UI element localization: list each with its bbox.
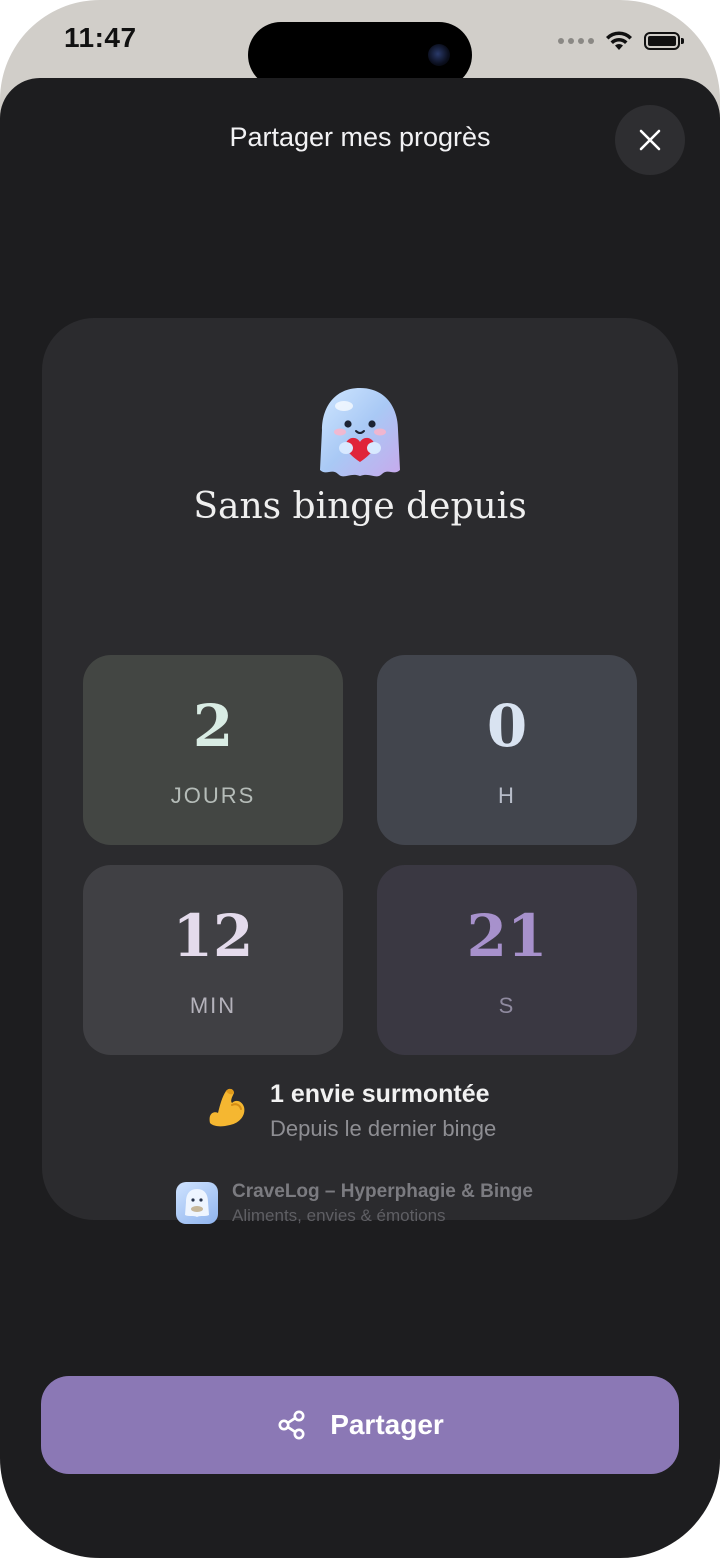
hours-unit: H [498,783,516,808]
close-icon [639,129,661,151]
cravings-overcome-subtitle: Depuis le dernier binge [270,1116,497,1141]
app-tagline: Aliments, envies & émotions [232,1206,446,1225]
status-time: 11:47 [64,22,137,53]
hours-tile: 0 H [377,655,637,845]
close-button[interactable] [615,105,685,175]
minutes-unit: MIN [189,993,237,1018]
seconds-unit: S [498,993,516,1018]
days-value: 2 [192,692,234,760]
signal-icon [558,38,594,44]
sheet-title: Partager mes progrès [229,122,491,152]
progress-card: Sans binge depuis 2 JOURS 0 H 12 MIN 21 … [42,318,678,1225]
headline: Sans binge depuis [193,486,527,527]
days-tile: 2 JOURS [83,655,343,845]
phone-screen: 11:47 Partager mes progrès Sans binge de… [0,0,720,1558]
camera-icon [428,44,450,66]
share-sheet: Partager mes progrès Sans binge depuis 2… [0,78,720,1558]
cravings-overcome-title: 1 envie surmontée [270,1080,490,1108]
hours-value: 0 [486,692,528,760]
seconds-value: 21 [466,902,548,970]
battery-icon [644,32,684,50]
share-button-label: Partager [330,1409,444,1440]
seconds-tile: 21 S [377,865,637,1055]
minutes-value: 12 [172,902,254,970]
wifi-icon [606,31,632,50]
days-unit: JOURS [170,783,256,808]
minutes-tile: 12 MIN [83,865,343,1055]
app-logo-icon [176,1182,218,1224]
ghost-heart-mascot-icon [320,388,400,477]
share-button[interactable]: Partager [41,1376,679,1474]
status-icons [558,28,684,54]
share-icon [278,1410,305,1440]
app-name: CraveLog – Hyperphagie & Binge [232,1181,533,1202]
flexed-biceps-icon [209,1088,245,1127]
